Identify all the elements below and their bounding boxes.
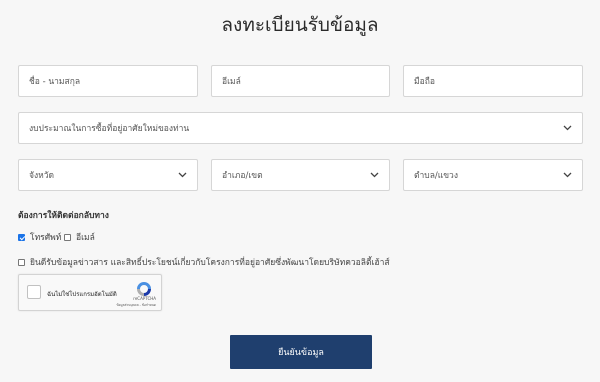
email-placeholder: อีเมล์	[222, 77, 241, 87]
chevron-down-icon	[562, 170, 572, 180]
recaptcha-checkbox[interactable]	[27, 285, 41, 299]
phone-placeholder: มือถือ	[414, 77, 435, 87]
chevron-down-icon	[177, 170, 187, 180]
consent-option[interactable]: ยินดีรับข้อมูลข่าวสาร และสิทธิ์ประโยชน์เ…	[18, 255, 390, 269]
page-title: ลงทะเบียนรับข้อมูล	[221, 14, 379, 36]
contact-phone-checkbox[interactable]	[18, 233, 25, 241]
contact-email-option[interactable]: อีเมล์	[64, 230, 95, 244]
chevron-down-icon	[562, 123, 572, 133]
subdistrict-select-label: ตำบล/แขวง	[414, 171, 458, 181]
contact-phone-option[interactable]: โทรศัพท์	[18, 230, 61, 244]
contact-method-label: ต้องการให้ติดต่อกลับทาง	[18, 211, 109, 221]
district-select-label: อำเภอ/เขต	[222, 171, 263, 181]
province-select[interactable]: จังหวัด	[18, 159, 198, 191]
contact-email-label: อีเมล์	[76, 233, 95, 243]
contact-phone-label: โทรศัพท์	[30, 233, 62, 243]
contact-email-checkbox[interactable]	[64, 233, 71, 241]
email-input[interactable]: อีเมล์	[211, 65, 390, 97]
district-select[interactable]: อำเภอ/เขต	[211, 159, 390, 191]
name-input[interactable]: ชื่อ - นามสกุล	[18, 65, 198, 97]
province-select-label: จังหวัด	[29, 171, 55, 181]
budget-select[interactable]: งบประมาณในการซื้อที่อยู่อาศัยใหม่ของท่าน	[18, 112, 583, 144]
recaptcha-widget: ฉันไม่ใช่โปรแกรมอัตโนมัติ reCAPTCHA ข้อม…	[18, 274, 162, 311]
submit-button[interactable]: ยืนยันข้อมูล	[230, 335, 372, 369]
recaptcha-label: ฉันไม่ใช่โปรแกรมอัตโนมัติ	[47, 291, 117, 298]
phone-input[interactable]: มือถือ	[403, 65, 583, 97]
recaptcha-brand: reCAPTCHA	[133, 296, 156, 301]
name-placeholder: ชื่อ - นามสกุล	[29, 77, 81, 87]
chevron-down-icon	[369, 170, 379, 180]
consent-label: ยินดีรับข้อมูลข่าวสาร และสิทธิ์ประโยชน์เ…	[30, 258, 390, 268]
budget-select-label: งบประมาณในการซื้อที่อยู่อาศัยใหม่ของท่าน	[29, 124, 190, 134]
recaptcha-links[interactable]: ข้อมูลส่วนบุคคล - ข้อกำหนด	[116, 303, 156, 308]
consent-checkbox[interactable]	[18, 258, 25, 266]
subdistrict-select[interactable]: ตำบล/แขวง	[403, 159, 583, 191]
